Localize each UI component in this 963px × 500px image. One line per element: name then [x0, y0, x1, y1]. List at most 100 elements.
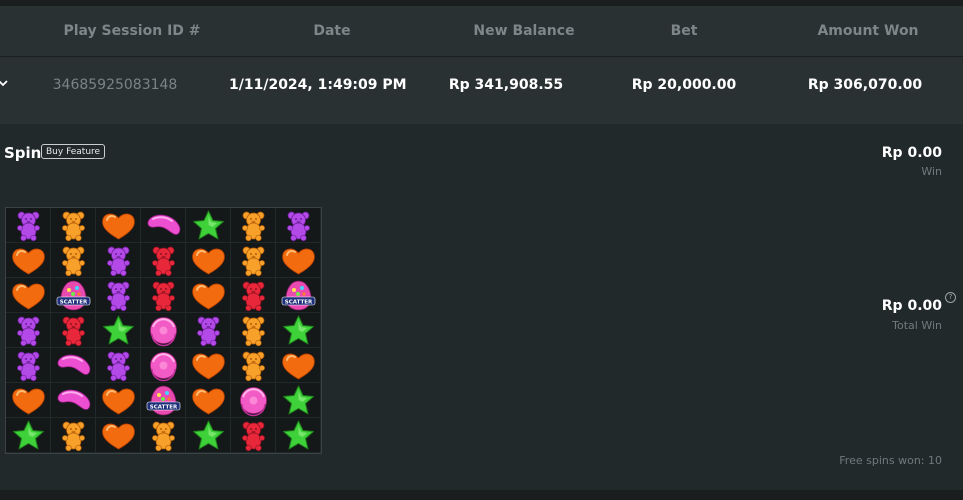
reel-cell [141, 418, 186, 453]
orange-bear-icon [242, 246, 265, 277]
orange-heart-icon [282, 353, 315, 380]
reel-cell [186, 383, 231, 418]
total-win-amount: Rp 0.00 [881, 298, 942, 314]
reel-cell [96, 418, 141, 453]
reel-cell [6, 418, 51, 453]
green-star-icon [283, 420, 314, 450]
orange-bear-icon [242, 316, 265, 347]
green-star-icon [13, 420, 44, 450]
free-spins-won: Free spins won: 10 [839, 454, 942, 467]
help-icon[interactable]: ? [945, 292, 956, 303]
reel-cell [231, 313, 276, 348]
orange-heart-icon [192, 353, 225, 380]
reel-cell [231, 278, 276, 313]
reel-cell [276, 383, 321, 418]
green-star-icon [283, 315, 314, 345]
new-balance-value: Rp 341,908.55 [448, 77, 564, 93]
scatter-label: SCATTER [285, 300, 313, 306]
purple-bear-icon [107, 281, 130, 312]
reel-cell [51, 383, 96, 418]
header-play-session-id: Play Session ID # [63, 23, 201, 39]
orange-bear-icon [242, 351, 265, 382]
pink-bean-icon [57, 354, 91, 375]
reel-cell [96, 278, 141, 313]
reel-cell [6, 348, 51, 383]
header-date: Date [313, 23, 351, 39]
reel-cell [276, 313, 321, 348]
session-id-value: 34685925083148 [52, 77, 178, 93]
slot-reel-grid: SCATTER SCATTER SCATTER [5, 207, 322, 454]
purple-bear-icon [107, 351, 130, 382]
reel-cell [51, 208, 96, 243]
orange-heart-icon [192, 248, 225, 275]
win-amount: Rp 0.00 [881, 145, 942, 161]
header-amount-won: Amount Won [817, 23, 919, 39]
reel-cell [276, 418, 321, 453]
purple-bear-icon [107, 246, 130, 277]
green-star-icon [193, 420, 224, 450]
reel-cell [141, 208, 186, 243]
purple-bear-icon [17, 211, 40, 242]
orange-bear-icon [152, 421, 175, 452]
reel-cell [231, 243, 276, 278]
scatter-label: SCATTER [60, 300, 88, 306]
reel-cell [51, 348, 96, 383]
pink-bean-icon [147, 214, 181, 235]
bet-value: Rp 20,000.00 [631, 77, 737, 93]
scatter-icon: SCATTER [281, 280, 316, 311]
reel-cell: SCATTER [141, 383, 186, 418]
chevron-down-icon[interactable] [0, 78, 8, 88]
reel-cell [186, 243, 231, 278]
reel-cell [51, 243, 96, 278]
reel-cell: SCATTER [276, 278, 321, 313]
pink-lollipop-icon [150, 317, 177, 347]
reel-cell [96, 243, 141, 278]
pink-lollipop-icon [150, 352, 177, 382]
reel-cell [231, 418, 276, 453]
orange-bear-icon [62, 246, 85, 277]
purple-bear-icon [287, 211, 310, 242]
reel-cell [186, 278, 231, 313]
reel-cell [96, 208, 141, 243]
orange-heart-icon [102, 423, 135, 450]
reel-cell: SCATTER [51, 278, 96, 313]
purple-bear-icon [17, 351, 40, 382]
red-bear-icon [152, 246, 175, 277]
reel-cell [6, 243, 51, 278]
reel-cell [186, 313, 231, 348]
reel-cell [51, 418, 96, 453]
green-star-icon [193, 210, 224, 240]
reel-cell [231, 208, 276, 243]
reel-cell [276, 243, 321, 278]
reel-cell [141, 278, 186, 313]
reel-cell [6, 278, 51, 313]
table-row[interactable]: 34685925083148 1/11/2024, 1:49:09 PM Rp … [0, 57, 963, 124]
orange-heart-icon [192, 388, 225, 415]
win-label: Win [921, 165, 942, 178]
reel-cell [231, 383, 276, 418]
purple-bear-icon [197, 316, 220, 347]
reel-cell [6, 383, 51, 418]
green-star-icon [103, 315, 134, 345]
green-star-icon [283, 385, 314, 415]
reel-cell [186, 208, 231, 243]
reel-cell [186, 418, 231, 453]
orange-bear-icon [62, 211, 85, 242]
orange-heart-icon [102, 213, 135, 240]
reel-cell [141, 348, 186, 383]
reel-cell [6, 208, 51, 243]
reel-cell [96, 313, 141, 348]
reel-cell [51, 313, 96, 348]
reel-cell [276, 208, 321, 243]
scatter-icon: SCATTER [146, 385, 181, 416]
red-bear-icon [62, 316, 85, 347]
spin-title: Spin [4, 144, 42, 162]
total-win-label: Total Win [892, 319, 942, 332]
pink-lollipop-icon [240, 387, 267, 417]
reel-cell [231, 348, 276, 383]
reel-cell [186, 348, 231, 383]
reel-cell [96, 383, 141, 418]
orange-heart-icon [102, 388, 135, 415]
orange-heart-icon [192, 283, 225, 310]
pink-bean-icon [57, 389, 91, 410]
